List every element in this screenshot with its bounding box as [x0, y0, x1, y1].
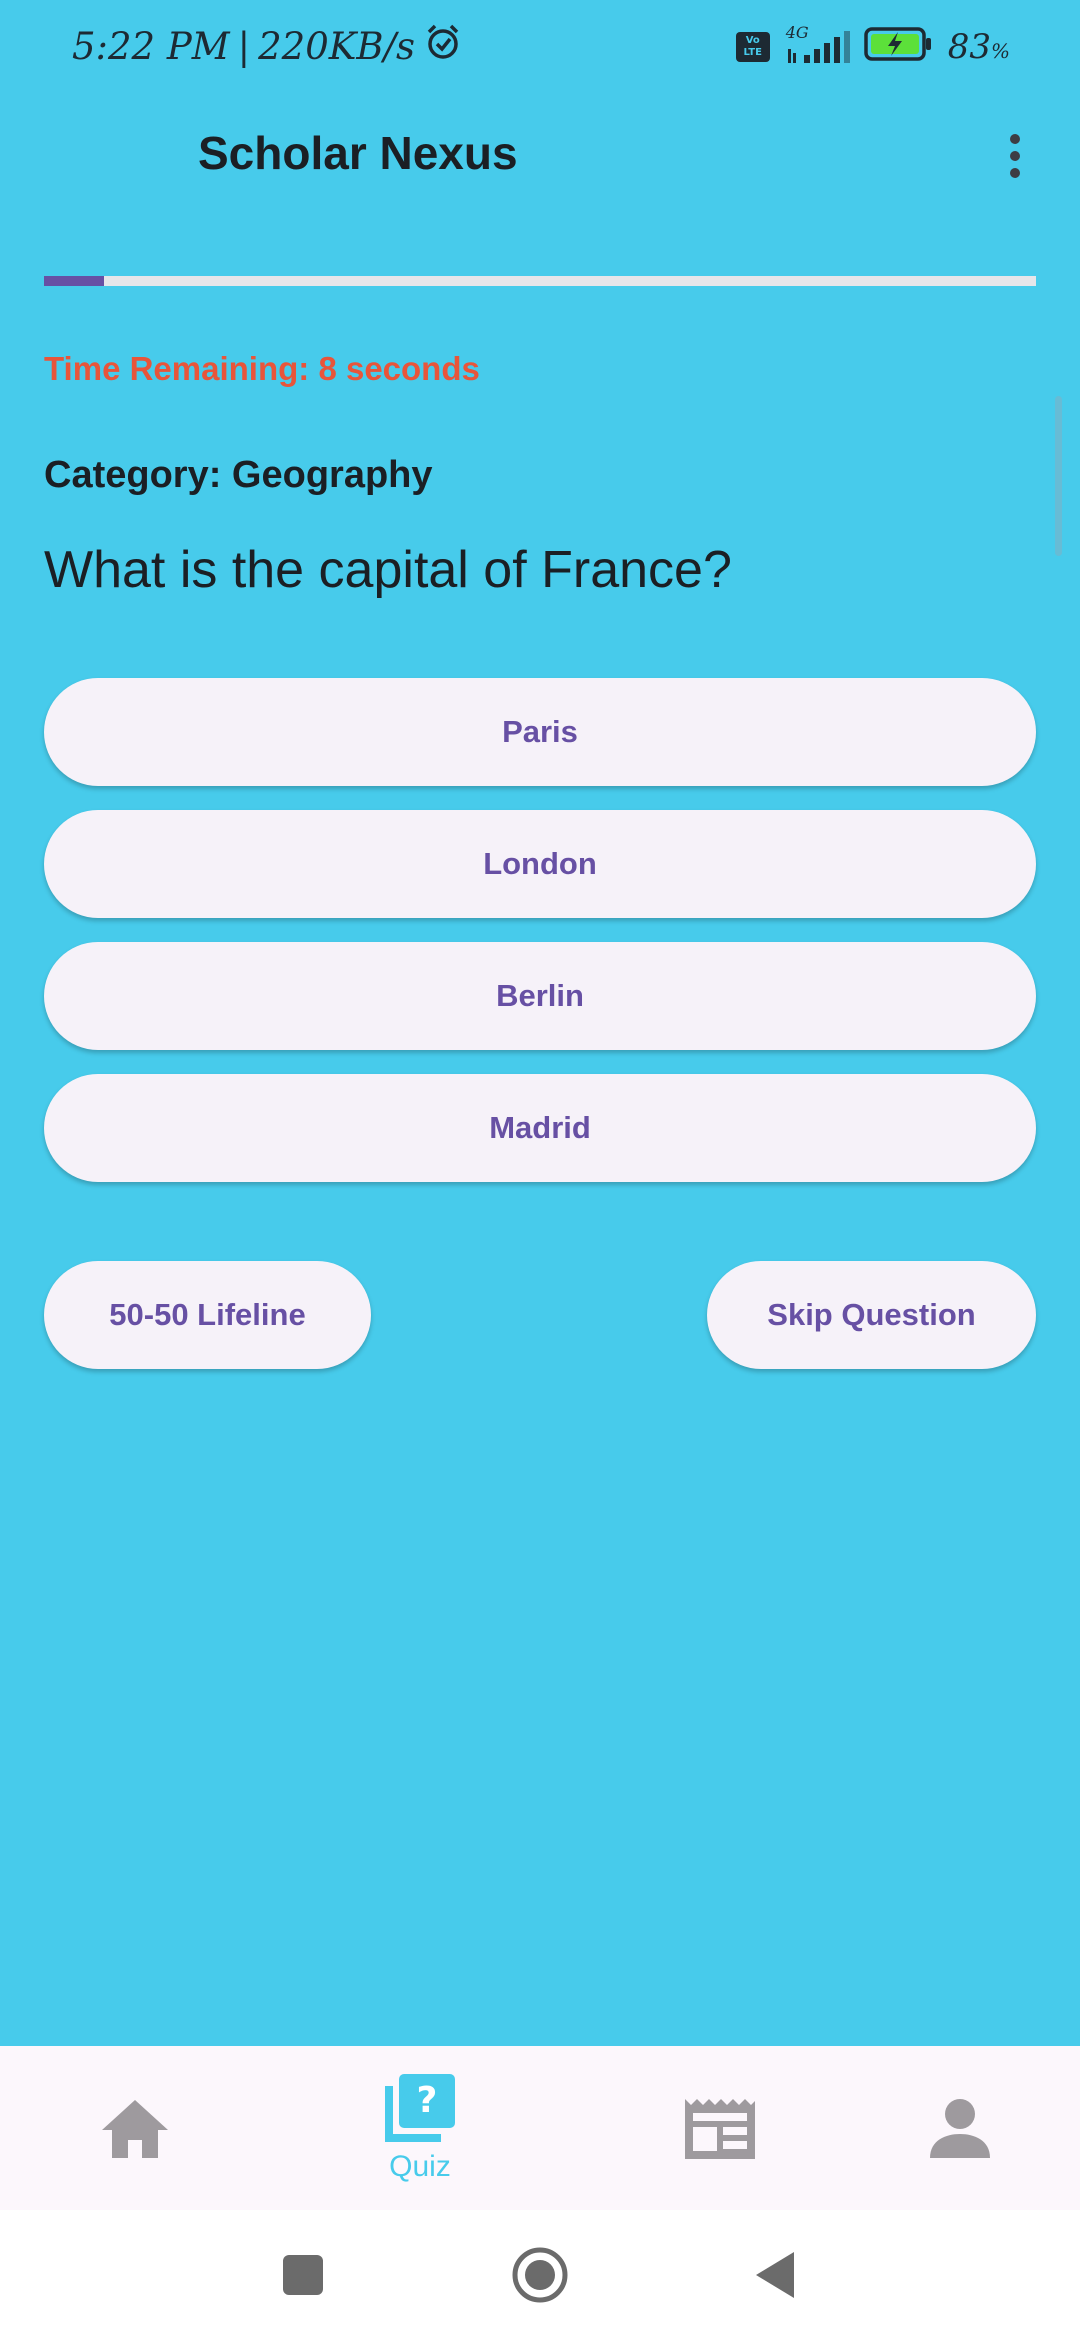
svg-text:?: ? [417, 2080, 438, 2121]
network-speed: 220KB/s [258, 25, 416, 68]
square-icon [283, 2255, 323, 2295]
bottom-navigation: ? Quiz [0, 2046, 1080, 2210]
status-bar: 5:22 PM | 220KB/s Vo LTE 4G 83% [0, 0, 1080, 96]
signal-icon: 4G [784, 23, 850, 67]
status-time: 5:22 PM [72, 25, 230, 68]
home-icon [102, 2100, 168, 2158]
more-options-button[interactable] [990, 126, 1040, 186]
nav-item-home[interactable] [0, 2046, 270, 2210]
home-system-button[interactable] [505, 2240, 575, 2310]
quiz-progress-fill [44, 276, 104, 286]
alarm-icon [423, 22, 463, 71]
question-text: What is the capital of France? [44, 541, 732, 599]
back-triangle-icon [756, 2252, 794, 2298]
battery-value: 83 [947, 26, 991, 67]
nav-item-profile[interactable] [825, 2046, 1080, 2210]
quiz-icon: ? [385, 2074, 455, 2142]
circle-home-icon [512, 2247, 568, 2303]
recents-button[interactable] [268, 2240, 338, 2310]
nav-item-news[interactable] [585, 2046, 855, 2210]
battery-unit: % [990, 38, 1010, 63]
fifty-fifty-lifeline-button[interactable]: 50-50 Lifeline [44, 1261, 371, 1369]
volte-icon: Vo LTE [735, 31, 770, 62]
news-icon [685, 2099, 755, 2159]
battery-icon [863, 26, 934, 67]
answer-button-madrid[interactable]: Madrid [44, 1074, 1036, 1182]
nav-label-quiz: Quiz [389, 2150, 451, 2183]
answer-button-london[interactable]: London [44, 810, 1036, 918]
nav-item-quiz[interactable]: ? Quiz [285, 2046, 555, 2210]
person-icon [930, 2099, 990, 2158]
app-bar: Scholar Nexus [0, 96, 1080, 212]
status-left: 5:22 PM | 220KB/s [72, 22, 463, 71]
status-right: Vo LTE 4G 83% [735, 23, 1010, 67]
volte-line1: Vo [745, 34, 760, 46]
question-category: Category: Geography [44, 454, 433, 496]
skip-question-button[interactable]: Skip Question [707, 1261, 1036, 1369]
more-vert-icon [1010, 134, 1020, 178]
screen: 5:22 PM | 220KB/s Vo LTE 4G 83% Scholar … [0, 0, 1080, 2340]
answer-button-paris[interactable]: Paris [44, 678, 1036, 786]
app-title: Scholar Nexus [198, 127, 518, 179]
quiz-progress-bar [44, 276, 1036, 286]
scrollbar[interactable] [1055, 396, 1062, 556]
volte-line2: LTE [743, 46, 762, 58]
answer-button-berlin[interactable]: Berlin [44, 942, 1036, 1050]
system-navigation-bar [0, 2210, 1080, 2340]
status-separator: | [237, 25, 251, 68]
battery-percent: 83% [948, 27, 1010, 67]
time-remaining: Time Remaining: 8 seconds [44, 350, 480, 387]
back-button[interactable] [740, 2240, 810, 2310]
